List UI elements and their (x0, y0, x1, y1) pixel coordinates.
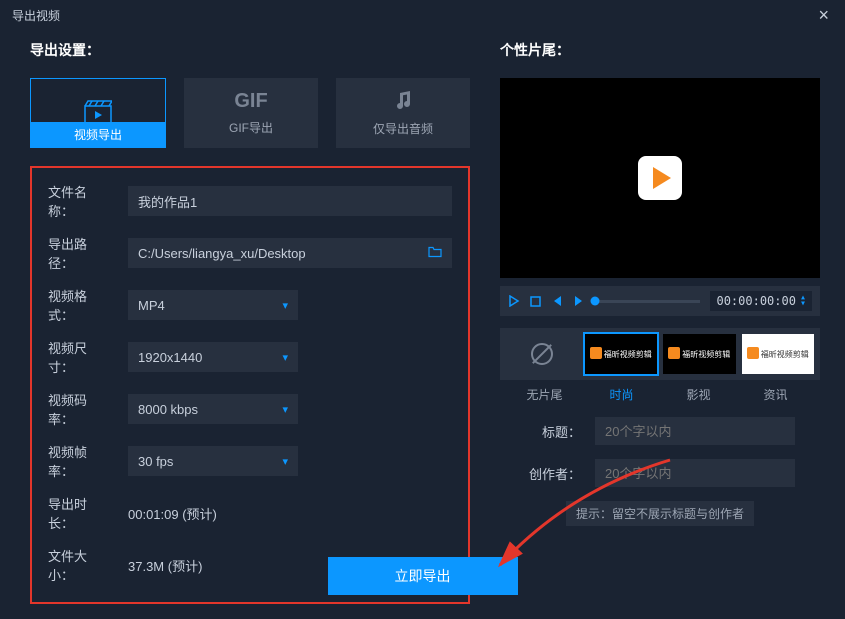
fps-value: 30 fps (138, 454, 173, 469)
bitrate-value: 8000 kbps (138, 402, 198, 417)
path-value: C:/Users/liangya_xu/Desktop (138, 246, 306, 261)
chevron-down-icon: ▾ (282, 299, 288, 312)
folder-open-icon[interactable] (428, 246, 442, 261)
bitrate-select[interactable]: 8000 kbps ▾ (128, 394, 298, 424)
label-duration: 导出时长： (48, 494, 112, 532)
ending-label-movie: 影视 (660, 386, 737, 403)
chevron-down-icon: ▾ (282, 403, 288, 416)
creator-input[interactable] (595, 459, 795, 487)
tab-video-export[interactable]: 视频导出 (30, 78, 166, 148)
ending-label-news: 资讯 (737, 386, 814, 403)
stop-icon[interactable] (530, 296, 541, 307)
next-icon[interactable] (573, 295, 585, 307)
label-path: 导出路径： (48, 234, 112, 272)
close-icon[interactable]: × (814, 5, 833, 26)
preview-logo-icon (638, 156, 682, 200)
size-select[interactable]: 1920x1440 ▾ (128, 342, 298, 372)
ending-movie[interactable]: 福昕视频剪辑 (663, 334, 736, 374)
window-title: 导出视频 (12, 7, 60, 24)
gif-text-icon: GIF (234, 90, 267, 113)
chevron-down-icon: ▾ (282, 351, 288, 364)
ending-fashion[interactable]: 福昕视频剪辑 (585, 334, 658, 374)
ending-section-title: 个性片尾： (500, 40, 820, 60)
time-down-icon[interactable]: ▾ (800, 301, 806, 307)
filesize-value: 37.3M (预计) (128, 556, 202, 575)
tab-audio-export[interactable]: 仅导出音频 (336, 78, 470, 148)
prev-icon[interactable] (551, 295, 563, 307)
none-circle-icon (531, 343, 553, 365)
label-creator: 创作者： (525, 464, 581, 483)
label-title: 标题： (525, 422, 581, 441)
label-bitrate: 视频码率： (48, 390, 112, 428)
label-size: 视频尺寸： (48, 338, 112, 376)
preview-canvas (500, 78, 820, 278)
progress-bar[interactable] (595, 300, 700, 303)
player-bar: 00:00:00:00 ▴ ▾ (500, 286, 820, 316)
music-note-icon (392, 89, 414, 114)
form-highlight-box: 文件名称： 导出路径： C:/Users/liangya_xu/Desktop … (30, 166, 470, 604)
tab-video-label: 视频导出 (31, 122, 165, 147)
ending-label-none: 无片尾 (506, 386, 583, 403)
ending-none[interactable] (506, 334, 579, 374)
tab-audio-label: 仅导出音频 (373, 120, 433, 137)
label-fps: 视频帧率： (48, 442, 112, 480)
format-value: MP4 (138, 298, 165, 313)
label-filename: 文件名称： (48, 182, 112, 220)
export-button[interactable]: 立即导出 (328, 557, 518, 595)
hint-text: 提示：留空不展示标题与创作者 (566, 501, 754, 526)
title-input[interactable] (595, 417, 795, 445)
ending-news[interactable]: 福昕视频剪辑 (742, 334, 815, 374)
ending-label-fashion: 时尚 (583, 386, 660, 403)
label-format: 视频格式： (48, 286, 112, 324)
play-icon[interactable] (508, 295, 520, 307)
fps-select[interactable]: 30 fps ▾ (128, 446, 298, 476)
tab-gif-label: GIF导出 (229, 119, 273, 136)
size-value: 1920x1440 (138, 350, 202, 365)
chevron-down-icon: ▾ (282, 455, 288, 468)
time-display[interactable]: 00:00:00:00 ▴ ▾ (710, 291, 812, 311)
filename-input[interactable] (128, 186, 452, 216)
tab-gif-export[interactable]: GIF GIF导出 (184, 78, 318, 148)
label-filesize: 文件大小： (48, 546, 112, 584)
export-settings-title: 导出设置： (30, 40, 470, 60)
duration-value: 00:01:09 (预计) (128, 504, 217, 523)
format-select[interactable]: MP4 ▾ (128, 290, 298, 320)
